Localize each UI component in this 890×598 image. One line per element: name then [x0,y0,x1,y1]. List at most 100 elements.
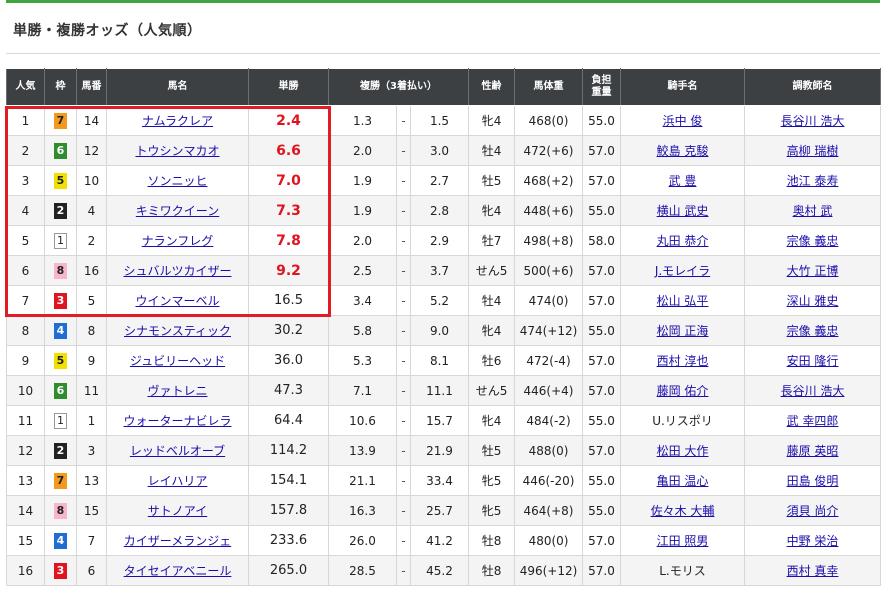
rank-cell: 2 [6,135,45,166]
trainer-link[interactable]: 安田 隆行 [787,354,839,368]
horse-name-link[interactable]: ウォーターナビレラ [123,414,231,428]
jockey-link[interactable]: J.モレイラ [655,264,710,278]
jockey-link[interactable]: 浜中 俊 [663,114,703,128]
place-odds-max-cell: 9.0 [409,315,470,346]
place-odds-separator: - [396,285,411,316]
horse-name-link[interactable]: サトノアイ [148,504,207,518]
rank-cell: 9 [6,345,45,376]
trainer-link[interactable]: 奥村 武 [793,204,833,218]
horse-name-link[interactable]: ヴァトレニ [147,384,207,398]
horse-name-cell: ジュビリーヘッド [106,345,249,376]
jockey-link[interactable]: 横山 武史 [657,204,709,218]
waku-cell: 2 [44,435,77,466]
waku-cell: 4 [44,525,77,556]
trainer-link[interactable]: 長谷川 浩大 [781,114,845,128]
horse-weight-cell: 500(+6) [514,255,584,286]
weight-load-cell: 57.0 [582,525,622,556]
horse-number-cell: 1 [76,405,107,436]
horse-weight-cell: 474(+12) [514,315,584,346]
trainer-link[interactable]: 高柳 瑞樹 [787,144,839,158]
place-odds-separator: - [396,405,411,436]
jockey-link[interactable]: 藤岡 佑介 [657,384,709,398]
horse-name-link[interactable]: タイセイアベニール [124,564,232,578]
jockey-cell: 武 豊 [620,165,746,196]
place-odds-separator: - [396,345,411,376]
jockey-link[interactable]: 松岡 正海 [657,324,709,338]
jockey-link[interactable]: 丸田 恭介 [657,234,709,248]
horse-name-link[interactable]: ジュビリーヘッド [130,354,225,368]
trainer-cell: 奥村 武 [744,195,882,226]
horse-weight-cell: 474(0) [514,285,584,316]
horse-name-link[interactable]: レイハリア [148,474,208,488]
waku-cell: 6 [44,375,77,406]
jockey-cell: 横山 武史 [620,195,746,226]
place-odds-separator: - [396,255,411,286]
trainer-link[interactable]: 田島 俊明 [787,474,839,488]
weight-load-cell: 55.0 [582,405,622,436]
table-row: 12 2 3 レッドベルオーブ 114.2 13.9-21.9 牡5 488(0) 57.0 松田… [6,435,882,466]
place-odds-min-cell: 2.0 [328,225,397,256]
horse-name-cell: ウインマーベル [106,285,249,316]
horse-weight-cell: 446(+4) [514,375,584,406]
sex-age-cell: せん5 [468,255,516,286]
trainer-link[interactable]: 宗像 義忠 [787,234,839,248]
jockey-link[interactable]: 江田 照男 [657,534,709,548]
waku-badge: 6 [54,382,67,399]
table-row: 10 6 11 ヴァトレニ 47.3 7.1-11.1 せん5 446(+4) 57.0 藤岡 佑… [6,375,882,406]
horse-name-link[interactable]: シュバルツカイザー [123,264,231,278]
horse-number-cell: 11 [76,375,107,406]
trainer-cell: 須貝 尚介 [744,495,882,526]
horse-name-cell: カイザーメランジェ [106,525,249,556]
jockey-cell: 浜中 俊 [620,105,746,136]
win-odds-cell: 16.5 [248,285,329,316]
horse-name-cell: シナモンスティック [106,315,249,346]
horse-name-link[interactable]: キミワクイーン [136,204,219,218]
trainer-link[interactable]: 宗像 義忠 [787,324,839,338]
horse-name-link[interactable]: トウシンマカオ [135,144,219,158]
place-odds-separator: - [396,135,411,166]
horse-weight-cell: 468(0) [514,105,584,136]
horse-number-cell: 4 [76,195,107,226]
trainer-link[interactable]: 池江 泰寿 [787,174,839,188]
table-row: 6 8 16 シュバルツカイザー 9.2 2.5-3.7 せん5 500(+6) 57.0 J.モ… [6,255,882,286]
sex-age-cell: 牡6 [468,345,516,376]
rank-cell: 15 [6,525,45,556]
jockey-link[interactable]: 鮫島 克駿 [657,144,709,158]
horse-name-link[interactable]: ウインマーベル [135,294,219,308]
trainer-link[interactable]: 須貝 尚介 [787,504,839,518]
place-odds-min-cell: 3.4 [328,285,397,316]
jockey-link[interactable]: 佐々木 大輔 [651,504,715,518]
jockey-link[interactable]: 松山 弘平 [657,294,709,308]
horse-name-link[interactable]: レッドベルオーブ [130,444,225,458]
trainer-link[interactable]: 深山 雅史 [787,294,839,308]
table-row: 15 4 7 カイザーメランジェ 233.6 26.0-41.2 牡8 480(0) 57.0 江… [6,525,882,556]
trainer-cell: 宗像 義忠 [744,315,882,346]
jockey-cell: 松山 弘平 [620,285,746,316]
jockey-link[interactable]: 松田 大作 [657,444,709,458]
sex-age-cell: 牝4 [468,195,516,226]
trainer-link[interactable]: 大竹 正博 [787,264,839,278]
jockey-link[interactable]: 西村 淳也 [657,354,709,368]
win-odds-cell: 7.0 [248,165,329,196]
trainer-link[interactable]: 西村 真幸 [787,564,839,578]
place-odds-separator: - [396,315,411,346]
jockey-link[interactable]: 武 豊 [669,174,697,188]
place-odds-separator: - [396,225,411,256]
waku-badge: 3 [54,292,67,309]
horse-name-link[interactable]: カイザーメランジェ [124,534,232,548]
trainer-link[interactable]: 藤原 英昭 [787,444,839,458]
title-divider [6,53,880,54]
trainer-link[interactable]: 長谷川 浩大 [781,384,845,398]
trainer-link[interactable]: 中野 栄治 [787,534,839,548]
horse-name-link[interactable]: シナモンスティック [124,324,231,338]
horse-number-cell: 8 [76,315,107,346]
win-odds-cell: 265.0 [248,555,329,586]
horse-name-link[interactable]: ナランフレグ [142,234,214,248]
horse-name-link[interactable]: ナムラクレア [142,114,213,128]
trainer-link[interactable]: 武 幸四郎 [787,414,839,428]
rank-cell: 16 [6,555,45,586]
waku-badge: 3 [54,562,67,579]
weight-load-cell: 57.0 [582,435,622,466]
jockey-link[interactable]: 亀田 温心 [657,474,709,488]
horse-name-link[interactable]: ソンニッヒ [147,174,207,188]
